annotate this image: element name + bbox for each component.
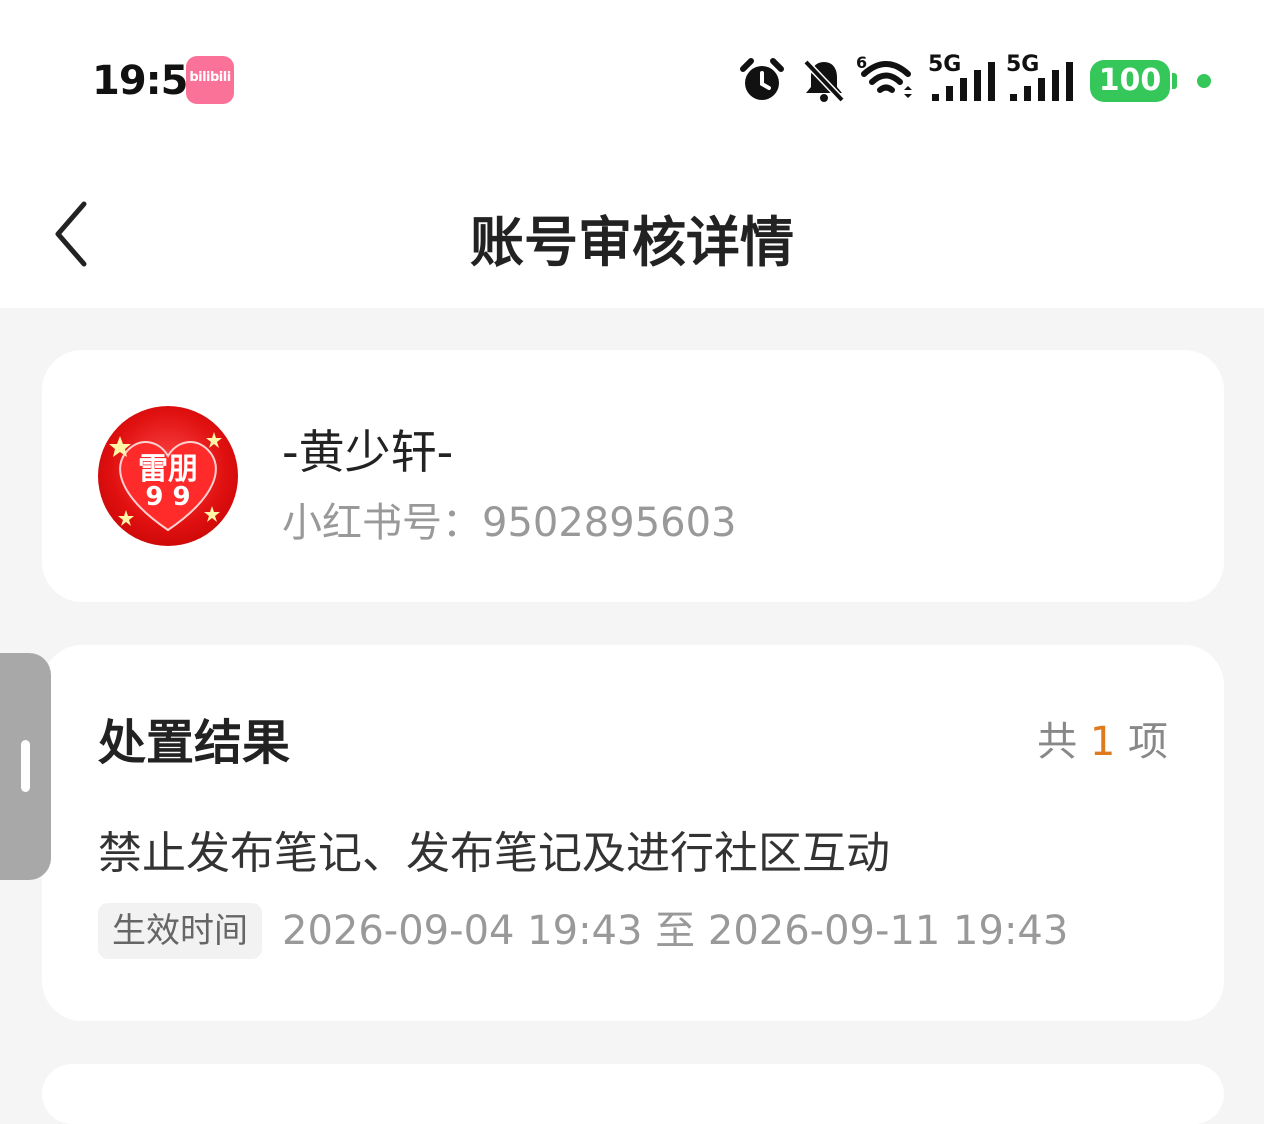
battery-cap bbox=[1172, 73, 1177, 89]
side-handle-grip bbox=[21, 740, 30, 792]
result-count: 共 1 项 bbox=[1037, 709, 1168, 767]
bell-muted-icon bbox=[803, 59, 845, 103]
battery-icon: 100 bbox=[1090, 60, 1170, 102]
bilibili-app-icon: bilibili bbox=[186, 56, 234, 104]
result-card: 处置结果 共 1 项 禁止发布笔记、发布笔记及进行社区互动 生效时间 2026-… bbox=[42, 645, 1224, 1021]
effective-time-tag: 生效时间 bbox=[98, 903, 262, 959]
privacy-indicator-dot bbox=[1197, 74, 1211, 88]
effective-period: 2026-09-04 19:43 至 2026-09-11 19:43 bbox=[282, 908, 1069, 954]
nav-bar: 账号审核详情 bbox=[0, 160, 1264, 308]
avatar[interactable]: 雷朋 9 9 bbox=[98, 406, 238, 546]
user-name: -黄少轩- bbox=[282, 425, 454, 479]
signal-icon-1: 5G bbox=[928, 52, 996, 102]
avatar-text-2: 9 9 bbox=[145, 482, 191, 512]
section-title: 处置结果 bbox=[98, 715, 291, 771]
battery-level: 100 bbox=[1098, 63, 1162, 98]
result-action: 禁止发布笔记、发布笔记及进行社区互动 bbox=[98, 828, 890, 879]
user-id: 小红书号：9502895603 bbox=[282, 500, 737, 546]
page-title: 账号审核详情 bbox=[470, 211, 794, 274]
count-suffix: 项 bbox=[1128, 719, 1168, 765]
alarm-icon bbox=[740, 58, 784, 100]
next-card bbox=[42, 1064, 1224, 1124]
side-drag-handle[interactable] bbox=[0, 653, 51, 880]
app-badge-label: bilibili bbox=[189, 70, 231, 85]
signal-icon-2: 5G bbox=[1006, 52, 1074, 102]
status-bar: 19:53 bilibili 6 5G 5G 100 bbox=[0, 0, 1264, 160]
profile-card: 雷朋 9 9 -黄少轩- 小红书号：9502895603 bbox=[42, 350, 1224, 602]
count-prefix: 共 bbox=[1037, 719, 1078, 765]
count-number: 1 bbox=[1089, 719, 1116, 765]
wifi-icon: 6 bbox=[856, 53, 912, 98]
